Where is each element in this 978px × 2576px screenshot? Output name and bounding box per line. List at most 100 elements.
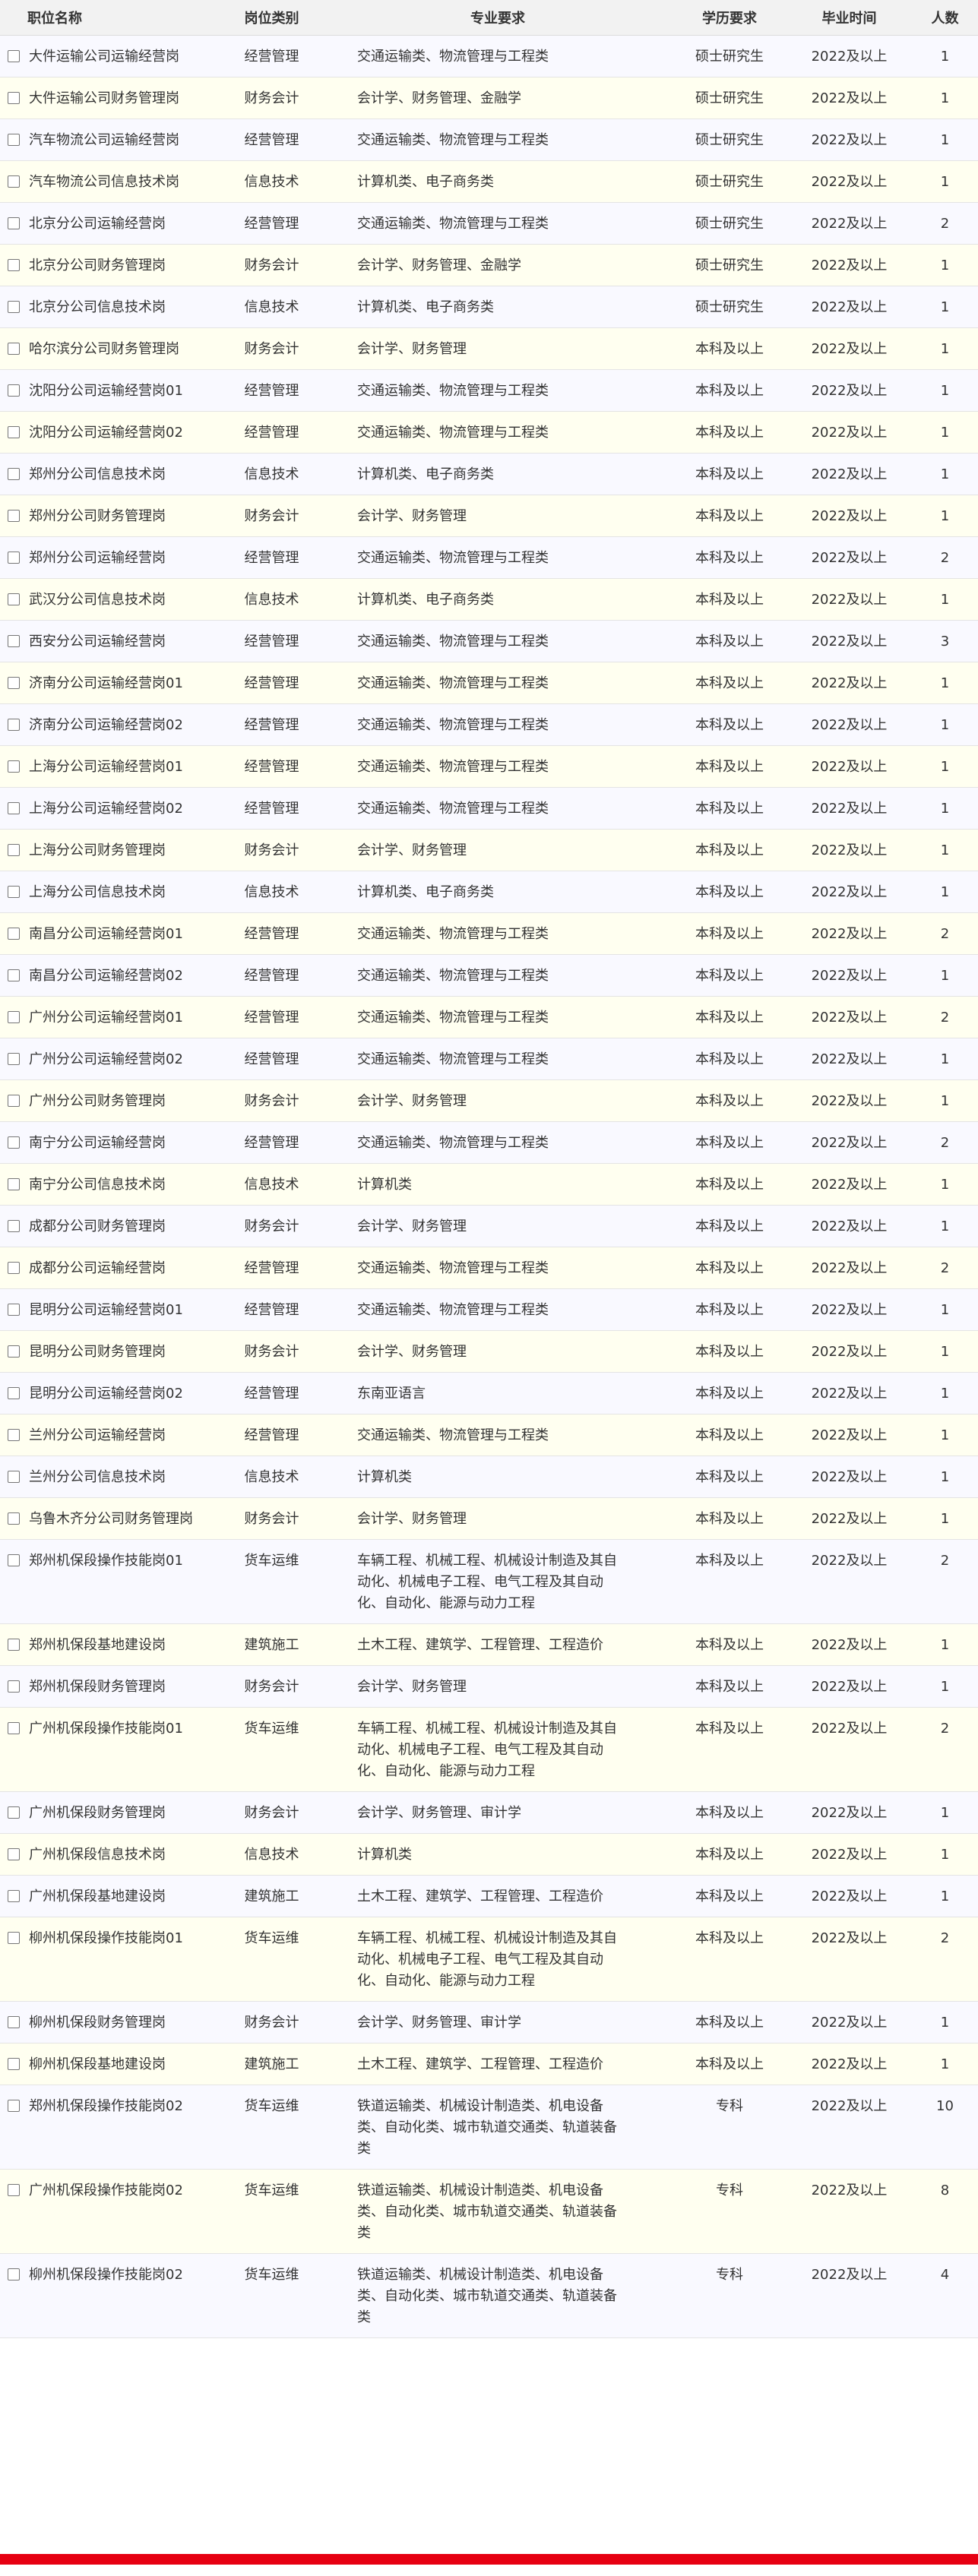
graduation-cell: 2022及以上 — [787, 35, 912, 77]
category-cell: 财务会计 — [220, 77, 323, 119]
row-checkbox[interactable] — [8, 1345, 20, 1358]
row-checkbox[interactable] — [8, 1011, 20, 1023]
header-education: 学历要求 — [673, 0, 787, 36]
major-cell: 交通运输类、物流管理与工程类 — [323, 202, 673, 245]
row-checkbox[interactable] — [8, 175, 20, 188]
position-name-wrapper: 济南分公司运输经营岗02 — [8, 715, 216, 736]
row-checkbox[interactable] — [8, 301, 20, 313]
row-checkbox[interactable] — [8, 760, 20, 773]
row-checkbox[interactable] — [8, 844, 20, 856]
count-cell: 8 — [912, 2169, 978, 2254]
category-cell: 信息技术 — [220, 1163, 323, 1206]
row-checkbox[interactable] — [8, 1680, 20, 1693]
position-name-wrapper: 郑州机保段操作技能岗02 — [8, 2096, 216, 2117]
education-cell: 本科及以上 — [673, 453, 787, 495]
position-name-cell: 兰州分公司信息技术岗 — [0, 1456, 220, 1498]
position-name-wrapper: 上海分公司信息技术岗 — [8, 882, 216, 903]
row-checkbox[interactable] — [8, 2268, 20, 2280]
row-checkbox[interactable] — [8, 384, 20, 397]
row-checkbox[interactable] — [8, 2016, 20, 2028]
position-name-wrapper: 郑州分公司运输经营岗 — [8, 548, 216, 569]
position-name-cell: 柳州机保段操作技能岗01 — [0, 1917, 220, 2002]
graduation-cell: 2022及以上 — [787, 578, 912, 621]
row-checkbox[interactable] — [8, 886, 20, 898]
row-checkbox[interactable] — [8, 1890, 20, 1902]
row-checkbox[interactable] — [8, 510, 20, 522]
row-checkbox[interactable] — [8, 2058, 20, 2070]
position-name: 南昌分公司运输经营岗02 — [29, 968, 183, 984]
table-row: 广州分公司财务管理岗 财务会计 会计学、财务管理 本科及以上 2022及以上 1 — [0, 1079, 978, 1122]
graduation-cell: 2022及以上 — [787, 369, 912, 412]
category-cell: 财务会计 — [220, 2001, 323, 2043]
row-checkbox[interactable] — [8, 2184, 20, 2196]
row-checkbox[interactable] — [8, 1471, 20, 1483]
table-row: 广州机保段财务管理岗 财务会计 会计学、财务管理、审计学 本科及以上 2022及以上 1 — [0, 1791, 978, 1834]
position-name: 汽车物流公司信息技术岗 — [29, 174, 179, 190]
position-name: 上海分公司运输经营岗01 — [29, 759, 183, 775]
row-checkbox[interactable] — [8, 1387, 20, 1399]
education-cell: 本科及以上 — [673, 745, 787, 788]
education-cell: 硕士研究生 — [673, 119, 787, 161]
position-name: 柳州机保段基地建设岗 — [29, 2056, 166, 2072]
row-checkbox[interactable] — [8, 1304, 20, 1316]
position-name-wrapper: 大件运输公司运输经营岗 — [8, 46, 216, 68]
table-row: 郑州机保段操作技能岗01 货车运维 车辆工程、机械工程、机械设计制造及其自动化、机械… — [0, 1539, 978, 1624]
category-cell: 财务会计 — [220, 1497, 323, 1540]
row-checkbox[interactable] — [8, 1848, 20, 1860]
table-row: 大件运输公司运输经营岗 经营管理 交通运输类、物流管理与工程类 硕士研究生 2022及以… — [0, 35, 978, 77]
row-checkbox[interactable] — [8, 635, 20, 647]
row-checkbox[interactable] — [8, 1639, 20, 1651]
position-name-wrapper: 郑州机保段财务管理岗 — [8, 1677, 216, 1698]
row-checkbox[interactable] — [8, 719, 20, 731]
position-name: 柳州机保段操作技能岗02 — [29, 2267, 183, 2283]
row-checkbox[interactable] — [8, 677, 20, 689]
category-cell: 信息技术 — [220, 1833, 323, 1876]
category-cell: 货车运维 — [220, 1707, 323, 1792]
row-checkbox[interactable] — [8, 1429, 20, 1441]
row-checkbox[interactable] — [8, 1095, 20, 1107]
major-cell: 计算机类、电子商务类 — [323, 160, 673, 203]
count-cell: 1 — [912, 1456, 978, 1498]
row-checkbox[interactable] — [8, 1262, 20, 1274]
row-checkbox[interactable] — [8, 928, 20, 940]
row-checkbox[interactable] — [8, 134, 20, 146]
row-checkbox[interactable] — [8, 2100, 20, 2112]
row-checkbox[interactable] — [8, 969, 20, 981]
row-checkbox[interactable] — [8, 1512, 20, 1525]
count-cell: 1 — [912, 578, 978, 621]
education-cell: 本科及以上 — [673, 996, 787, 1038]
position-name: 北京分公司财务管理岗 — [29, 258, 166, 273]
row-checkbox[interactable] — [8, 552, 20, 564]
graduation-cell: 2022及以上 — [787, 1121, 912, 1164]
row-checkbox[interactable] — [8, 92, 20, 104]
count-cell: 2 — [912, 1121, 978, 1164]
row-checkbox[interactable] — [8, 1932, 20, 1944]
row-checkbox[interactable] — [8, 1554, 20, 1566]
major-cell: 交通运输类、物流管理与工程类 — [323, 912, 673, 955]
row-checkbox[interactable] — [8, 426, 20, 438]
row-checkbox[interactable] — [8, 1178, 20, 1190]
position-name-wrapper: 郑州机保段操作技能岗01 — [8, 1550, 216, 1572]
major-cell: 交通运输类、物流管理与工程类 — [323, 369, 673, 412]
row-checkbox[interactable] — [8, 217, 20, 229]
row-checkbox[interactable] — [8, 1806, 20, 1819]
table-row: 北京分公司信息技术岗 信息技术 计算机类、电子商务类 硕士研究生 2022及以上 1 — [0, 286, 978, 328]
position-name-cell: 南宁分公司信息技术岗 — [0, 1163, 220, 1206]
row-checkbox[interactable] — [8, 50, 20, 62]
count-cell: 1 — [912, 1875, 978, 1917]
row-checkbox[interactable] — [8, 468, 20, 480]
category-cell: 经营管理 — [220, 954, 323, 997]
graduation-cell: 2022及以上 — [787, 662, 912, 704]
category-cell: 经营管理 — [220, 1414, 323, 1456]
row-checkbox[interactable] — [8, 343, 20, 355]
row-checkbox[interactable] — [8, 1053, 20, 1065]
row-checkbox[interactable] — [8, 1220, 20, 1232]
table-row: 昆明分公司财务管理岗 财务会计 会计学、财务管理 本科及以上 2022及以上 1 — [0, 1330, 978, 1373]
row-checkbox[interactable] — [8, 593, 20, 605]
count-cell: 1 — [912, 662, 978, 704]
row-checkbox[interactable] — [8, 259, 20, 271]
major-cell: 会计学、财务管理 — [323, 1205, 673, 1247]
row-checkbox[interactable] — [8, 802, 20, 814]
row-checkbox[interactable] — [8, 1722, 20, 1734]
row-checkbox[interactable] — [8, 1136, 20, 1149]
